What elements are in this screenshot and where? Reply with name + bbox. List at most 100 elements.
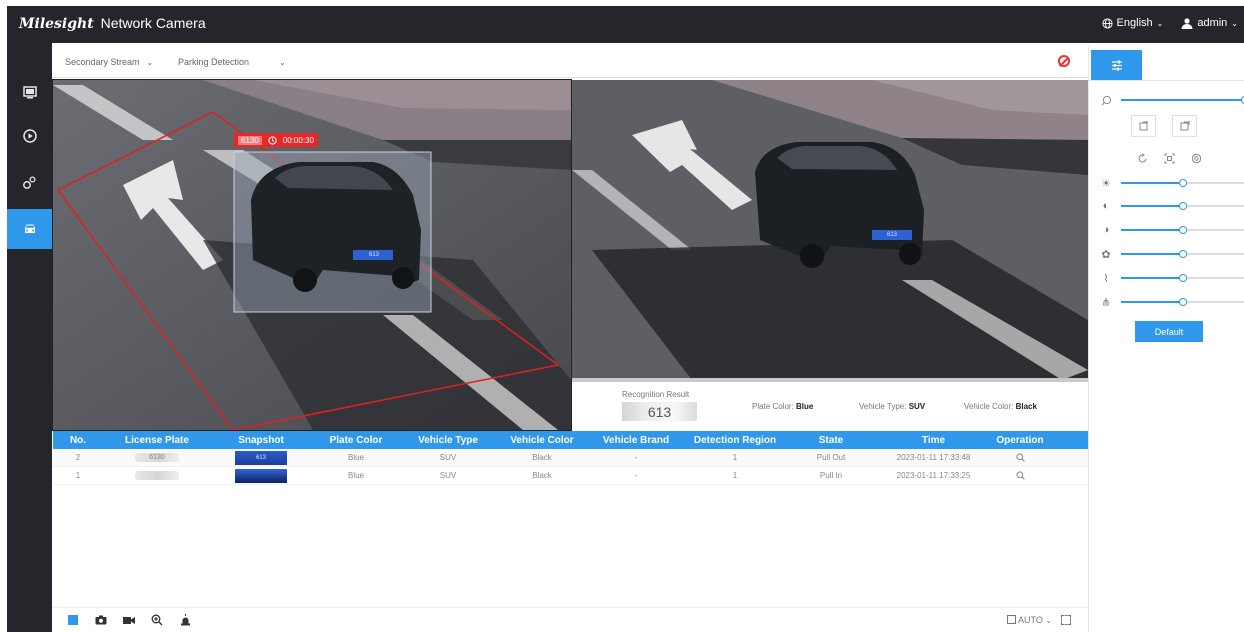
cell-snapshot[interactable]	[211, 467, 311, 484]
focus-far-button[interactable]	[1172, 115, 1197, 137]
timer-text: 00:00:30	[282, 135, 314, 145]
cell-vehicle-type: SUV	[439, 471, 457, 480]
sharpness-slider[interactable]: ⌇	[1099, 271, 1244, 285]
no-record-icon[interactable]	[1058, 55, 1070, 67]
user-menu[interactable]: admin ⌄	[1181, 17, 1238, 29]
col-license-plate[interactable]: License Plate	[103, 431, 211, 449]
live-video[interactable]: 6130 00:00:30 613	[53, 80, 571, 430]
slider-knob[interactable]	[1179, 179, 1187, 187]
slider-knob[interactable]	[1179, 202, 1187, 210]
chevron-down-icon: ⌄	[1156, 18, 1164, 28]
chevron-down-icon: ⌄	[1045, 616, 1053, 625]
col-detection-region[interactable]: Detection Region	[683, 431, 787, 449]
hue-icon: ✿	[1101, 248, 1111, 261]
stream-select-value: Secondary Stream	[65, 57, 140, 67]
slider-track	[1121, 298, 1244, 306]
slider-knob[interactable]	[1179, 226, 1187, 234]
brightness-slider[interactable]: ☀	[1099, 176, 1244, 190]
snapshot-view[interactable]: 613	[572, 80, 1088, 380]
digital-zoom-button[interactable]	[150, 613, 164, 627]
slider-knob[interactable]	[1179, 274, 1187, 282]
chevron-down-icon: ⌄	[146, 58, 154, 67]
default-button[interactable]: Default	[1135, 321, 1203, 342]
table-row[interactable]: 2 6130 613 Blue SUV Black - 1 Pull Out 2…	[53, 449, 1088, 467]
alarm-button[interactable]	[178, 613, 192, 627]
col-operation: Operation	[996, 434, 1044, 446]
fullscreen-icon[interactable]	[1060, 615, 1071, 625]
record-button[interactable]	[122, 613, 136, 627]
slider-fill	[1121, 182, 1183, 184]
search-icon[interactable]	[1015, 453, 1025, 462]
snapshot-thumbnail[interactable]	[235, 468, 287, 483]
detection-mode-select[interactable]: Parking Detection ⌄	[178, 57, 286, 67]
slider-knob[interactable]	[1179, 250, 1187, 258]
recognition-plate: 613	[622, 402, 697, 421]
video-record-icon	[123, 616, 135, 624]
slider-fill	[1121, 205, 1183, 207]
snapshot-thumbnail[interactable]: 613	[235, 450, 287, 465]
table-row[interactable]: 1 Blue SUV Black - 1 Pull In 2023-01-11 …	[53, 467, 1088, 485]
stream-mode-select[interactable]: AUTO ⌄	[1007, 615, 1071, 625]
table-header: No. License Plate Snapshot Plate Color V…	[53, 431, 1088, 449]
focus-near-button[interactable]	[1131, 115, 1156, 137]
monitor-icon	[22, 85, 37, 98]
language-selector[interactable]: English ⌄	[1102, 17, 1164, 29]
saturation-slider[interactable]: ◑	[1099, 223, 1244, 237]
slider-fill	[1121, 253, 1183, 255]
detection-mode-value: Parking Detection	[178, 57, 250, 67]
tab-image-adjust[interactable]	[1091, 50, 1142, 80]
cell-detection-region: 1	[732, 471, 738, 480]
snapshot-button[interactable]	[94, 613, 108, 627]
recognition-result: Recognition Result 613 Plate Color: Blue…	[572, 383, 1088, 431]
cell-time: 2023-01-11 17:33:25	[896, 471, 971, 480]
noise-reduction-slider[interactable]: ⋔	[1099, 295, 1244, 309]
col-time[interactable]: Time	[875, 431, 992, 449]
slider-track	[1121, 179, 1244, 187]
cell-plate-color: Blue	[347, 471, 364, 480]
col-vehicle-color[interactable]: Vehicle Color	[495, 431, 589, 449]
plate-color-label: Plate Color:	[752, 402, 794, 411]
search-icon[interactable]	[1015, 471, 1025, 480]
col-vehicle-brand[interactable]: Vehicle Brand	[589, 431, 683, 449]
cell-vehicle-brand: -	[634, 453, 638, 462]
user-label: admin	[1197, 17, 1228, 29]
stream-select[interactable]: Secondary Stream ⌄	[65, 57, 153, 67]
slider-knob[interactable]	[1179, 298, 1187, 306]
lens-init-button[interactable]	[1190, 152, 1202, 164]
slider-track	[1121, 226, 1244, 234]
cell-snapshot[interactable]: 613	[211, 449, 311, 466]
col-vehicle-type[interactable]: Vehicle Type	[401, 431, 495, 449]
snapshot-scrollbar[interactable]	[572, 378, 1088, 382]
target-icon	[1191, 153, 1201, 163]
col-state[interactable]: State	[787, 431, 875, 449]
plate-color-value: Blue	[796, 402, 814, 411]
col-no[interactable]: No.	[53, 431, 103, 449]
cell-vehicle-type: SUV	[439, 453, 457, 462]
stop-button[interactable]	[66, 613, 80, 627]
sidebar-item-vehicle[interactable]	[7, 209, 52, 249]
cell-plate: 6130	[103, 449, 211, 466]
bottom-toolbar: AUTO ⌄	[52, 607, 1088, 632]
plate-tag-text: 6130	[238, 135, 262, 145]
stream-toolbar: Secondary Stream ⌄ Parking Detection ⌄	[52, 45, 1088, 78]
image-adjust-panel: ☀ ◐ ◑ ✿ ⌇ ⋔ Default	[1088, 45, 1244, 632]
one-push-focus-button[interactable]	[1136, 152, 1148, 164]
area-focus-button[interactable]	[1163, 152, 1175, 164]
hue-slider[interactable]: ✿	[1099, 247, 1244, 261]
col-plate-color[interactable]: Plate Color	[311, 431, 401, 449]
slider-fill	[1121, 229, 1183, 231]
zoom-slider[interactable]	[1099, 93, 1244, 107]
sidebar-item-live-view[interactable]	[7, 72, 52, 112]
globe-icon	[1102, 17, 1113, 29]
contrast-slider[interactable]: ◐	[1099, 199, 1244, 213]
sidebar-item-playback[interactable]	[7, 116, 52, 156]
car-icon	[24, 224, 35, 233]
col-snapshot[interactable]: Snapshot	[211, 431, 311, 449]
cell-plate-text: 6130	[149, 454, 165, 461]
sidebar-item-settings[interactable]	[7, 162, 52, 202]
slider-track	[1121, 202, 1244, 210]
results-table: No. License Plate Snapshot Plate Color V…	[53, 431, 1088, 485]
cell-operation	[992, 467, 1048, 484]
alarm-light-icon	[180, 614, 190, 626]
vehicle-type-label: Vehicle Type:	[859, 402, 907, 411]
